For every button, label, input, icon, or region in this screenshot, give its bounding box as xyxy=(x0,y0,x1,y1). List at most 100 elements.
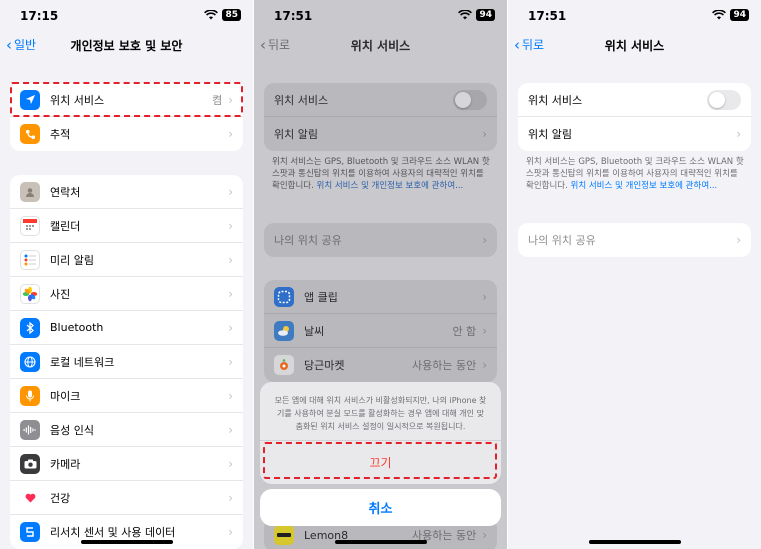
home-indicator xyxy=(588,540,681,544)
app-location-group: 앱 클립 › 날씨 안 함 › 당근마켓 사용하는 동안 › xyxy=(264,280,497,382)
chevron-right-icon: › xyxy=(228,127,233,141)
page-title: 위치 서비스 xyxy=(604,39,665,53)
microphone-icon xyxy=(20,385,40,406)
row-label: 당근마켓 xyxy=(304,359,345,372)
status-bar: 17:51 94 xyxy=(508,0,761,30)
chevron-right-icon: › xyxy=(482,233,487,247)
row-bluetooth[interactable]: Bluetooth › xyxy=(10,311,243,345)
row-label: 음성 인식 xyxy=(50,423,94,437)
wifi-icon xyxy=(204,10,219,20)
row-reminders[interactable]: 미리 알림 › xyxy=(10,243,243,277)
chevron-right-icon: › xyxy=(228,525,233,539)
row-calendar[interactable]: 캘린더 › xyxy=(10,209,243,243)
row-label: 건강 xyxy=(50,491,71,505)
nav-bar: ‹ 뒤로 위치 서비스 xyxy=(508,32,761,58)
home-indicator xyxy=(80,540,173,544)
location-description: 위치 서비스는 GPS, Bluetooth 및 크라우드 소스 WLAN 핫스… xyxy=(526,157,744,191)
row-label: 리서치 센서 및 사용 데이터 xyxy=(50,526,176,539)
status-bar: 17:15 85 xyxy=(0,0,253,30)
location-arrow-icon xyxy=(20,89,40,110)
location-services-dialog-screen: 17:51 94 ‹ 뒤로 위치 서비스 위치 서비스 위치 알림 › 위치 서… xyxy=(254,0,507,549)
row-label: 위치 서비스 xyxy=(50,93,105,107)
chevron-right-icon: › xyxy=(228,184,233,199)
research-icon xyxy=(20,522,40,542)
camera-icon xyxy=(20,453,40,474)
row-local-network[interactable]: 로컬 네트워크 › xyxy=(10,345,243,379)
home-indicator xyxy=(334,540,427,544)
row-label: 위치 알림 xyxy=(274,128,318,141)
chevron-right-icon: › xyxy=(482,289,487,304)
action-sheet-message: 모든 앱에 대해 위치 서비스가 비활성화되지만, 나의 iPhone 찾기를 … xyxy=(274,396,487,431)
chevron-right-icon: › xyxy=(736,127,741,141)
bluetooth-icon xyxy=(20,317,40,338)
location-tracking-group: 위치 서비스 켬 › 추적 › xyxy=(10,83,243,151)
row-label: Bluetooth xyxy=(50,321,104,334)
cancel-button[interactable]: 취소 xyxy=(260,489,501,526)
row-label: 나의 위치 공유 xyxy=(274,234,342,247)
chevron-right-icon: › xyxy=(228,92,233,107)
row-microphone[interactable]: 마이크 › xyxy=(10,379,243,413)
row-app-clips[interactable]: 앱 클립 › xyxy=(264,280,497,314)
nav-bar: ‹ 일반 개인정보 보호 및 보안 xyxy=(0,32,253,58)
row-camera[interactable]: 카메라 › xyxy=(10,447,243,481)
battery-icon: 85 xyxy=(222,9,241,21)
share-location-group: 나의 위치 공유 › xyxy=(264,223,497,257)
turn-off-button[interactable]: 끄기 xyxy=(260,440,501,484)
chevron-right-icon: › xyxy=(228,422,233,437)
wifi-icon xyxy=(458,10,473,20)
lemon8-icon xyxy=(274,525,294,545)
chevron-right-icon: › xyxy=(228,490,233,505)
row-weather[interactable]: 날씨 안 함 › xyxy=(264,314,497,348)
chevron-right-icon: › xyxy=(228,320,233,335)
row-health[interactable]: 건강 › xyxy=(10,481,243,515)
chevron-right-icon: › xyxy=(228,286,233,301)
share-location-group: 나의 위치 공유 › xyxy=(518,223,751,257)
battery-icon: 94 xyxy=(730,9,749,21)
page-title: 개인정보 보호 및 보안 xyxy=(70,39,183,53)
row-value: 안 함 xyxy=(452,324,477,338)
row-label: 추적 xyxy=(50,128,71,141)
row-carrot-market[interactable]: 당근마켓 사용하는 동안 › xyxy=(264,348,497,382)
row-location-alerts[interactable]: 위치 알림 › xyxy=(518,117,751,151)
weather-icon xyxy=(274,320,294,341)
row-label: 캘린더 xyxy=(50,219,81,233)
battery-icon: 94 xyxy=(476,9,495,21)
row-label: 로컬 네트워크 xyxy=(50,355,115,369)
row-value: 사용하는 동안 xyxy=(411,359,477,372)
location-settings-group: 위치 서비스 위치 알림 › xyxy=(264,83,497,151)
row-speech-recognition[interactable]: 음성 인식 › xyxy=(10,413,243,447)
chevron-right-icon: › xyxy=(228,388,233,403)
row-label: 날씨 xyxy=(304,324,325,338)
row-tracking[interactable]: 추적 › xyxy=(10,117,243,151)
status-bar: 17:51 94 xyxy=(254,0,507,30)
status-time: 17:51 xyxy=(528,9,567,23)
about-privacy-link[interactable]: 위치 서비스 및 개인정보 보호에 관하여... xyxy=(317,181,464,191)
status-time: 17:15 xyxy=(20,9,59,23)
row-label: 나의 위치 공유 xyxy=(528,234,596,247)
row-photos[interactable]: 사진 › xyxy=(10,277,243,311)
app-clips-icon xyxy=(274,286,294,307)
row-label: 마이크 xyxy=(50,389,81,403)
row-location-alerts[interactable]: 위치 알림 › xyxy=(264,117,497,151)
chevron-right-icon: › xyxy=(482,358,487,372)
about-privacy-link[interactable]: 위치 서비스 및 개인정보 보호에 관하여... xyxy=(571,181,718,191)
row-location-services[interactable]: 위치 서비스 켬 › xyxy=(10,83,243,117)
status-time: 17:51 xyxy=(274,9,313,23)
location-services-toggle[interactable] xyxy=(707,89,741,110)
row-label: 미리 알림 xyxy=(50,253,94,267)
row-contacts[interactable]: 연락처 › xyxy=(10,175,243,209)
chevron-right-icon: › xyxy=(482,323,487,338)
tracking-icon xyxy=(20,124,40,144)
privacy-security-screen: 17:15 85 ‹ 일반 개인정보 보호 및 보안 위치 서비스 켬 › 추적… xyxy=(0,0,253,549)
row-share-my-location[interactable]: 나의 위치 공유 › xyxy=(518,223,751,257)
chevron-right-icon: › xyxy=(482,127,487,141)
location-settings-group: 위치 서비스 위치 알림 › xyxy=(518,83,751,151)
app-permissions-group: 연락처 › 캘린더 › 미리 알림 › 사진 › Bluetooth › 로컬 … xyxy=(10,175,243,549)
reminders-icon xyxy=(20,249,40,270)
row-share-my-location[interactable]: 나의 위치 공유 › xyxy=(264,223,497,257)
nav-bar: ‹ 뒤로 위치 서비스 xyxy=(254,32,507,58)
speech-recognition-icon xyxy=(20,419,40,440)
chevron-right-icon: › xyxy=(228,252,233,267)
location-services-toggle[interactable] xyxy=(453,89,487,110)
row-label: 위치 알림 xyxy=(528,128,572,141)
